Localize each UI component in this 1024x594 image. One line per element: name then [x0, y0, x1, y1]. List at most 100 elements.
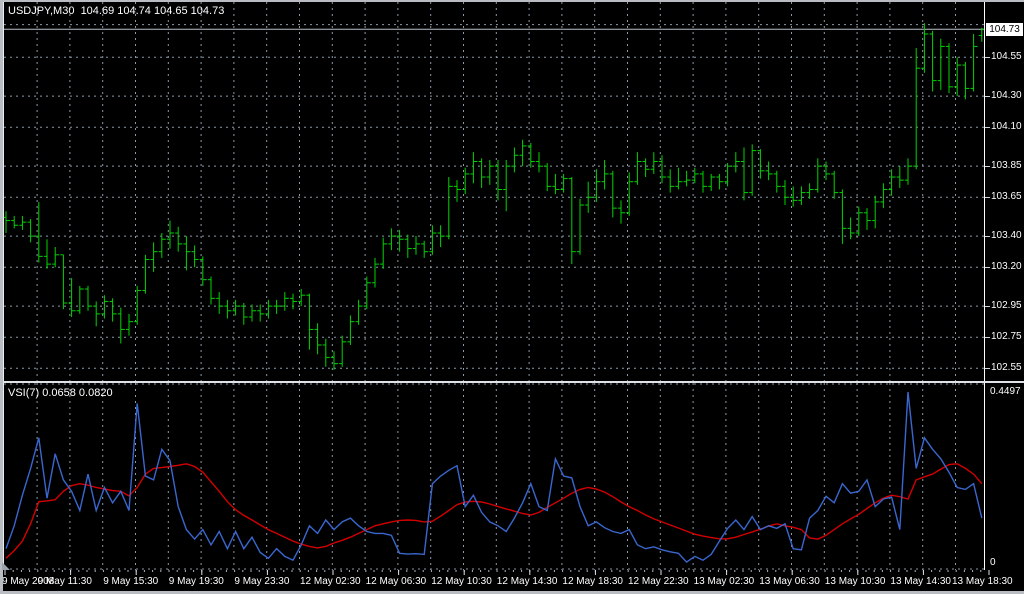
ohlc-bar — [634, 152, 642, 185]
ohlc-bar — [216, 292, 224, 314]
ohlc-bar — [175, 226, 183, 252]
ohlc-bar — [618, 200, 625, 224]
ohlc-bar — [716, 173, 724, 190]
ohlc-bar — [847, 217, 855, 240]
ohlc-bar — [970, 33, 978, 92]
ohlc-bar — [35, 201, 43, 263]
ohlc-bar — [85, 285, 92, 311]
chart-title: USDJPY,M30 104.69 104.74 104.65 104.73 — [8, 5, 224, 17]
ohlc-bar — [601, 159, 609, 190]
ohlc-bar — [322, 338, 330, 367]
ohlc-bar — [577, 198, 584, 255]
price-axis-label: 102.95 — [991, 300, 1022, 312]
time-axis-label: 13 May 18:30 — [952, 576, 1013, 587]
time-axis-label: 12 May 06:30 — [365, 576, 427, 587]
ohlc-bar — [913, 47, 921, 170]
ohlc-bar — [782, 180, 789, 206]
ohlc-bar — [413, 236, 420, 255]
ohlc-bar — [650, 152, 658, 174]
ohlc-bar — [240, 302, 248, 325]
ohlc-bar — [503, 159, 511, 212]
time-axis-label: 13 May 06:30 — [759, 576, 820, 587]
time-axis-label: 13 May 14:30 — [890, 576, 951, 587]
ohlc-bar — [44, 239, 51, 269]
time-axis[interactable]: 9 May 2008 9 May 11:30 9 May 15:30 9 May 19… — [0, 570, 1024, 591]
ohlc-bar — [896, 166, 904, 188]
ohlc-bar — [929, 30, 937, 92]
ohlc-bar — [536, 152, 543, 173]
ohlc-bar — [470, 152, 478, 184]
current-price-label: 104.73 — [986, 22, 1023, 36]
price-pane[interactable]: USDJPY,M30 104.69 104.74 104.65 104.73 — [3, 2, 984, 381]
ohlc-bar — [363, 276, 371, 310]
indicator-axis[interactable]: 0.4497 0 — [984, 383, 1024, 570]
price-chart-canvas[interactable] — [4, 2, 984, 381]
indicator-max-label: 0.4497 — [990, 386, 1021, 397]
ohlc-bar — [445, 177, 453, 240]
ohlc-bar — [372, 257, 379, 288]
ohlc-bar — [404, 234, 412, 258]
ohlc-bar — [150, 242, 158, 272]
ohlc-bar — [732, 152, 740, 173]
ohlc-bar — [806, 183, 814, 199]
time-axis-label: 12 May 10:30 — [431, 576, 492, 587]
ohlc-bar — [281, 292, 289, 311]
ohlc-bar — [814, 158, 822, 193]
price-axis-tick — [985, 368, 990, 370]
ohlc-bar — [60, 254, 68, 310]
price-axis-tick — [985, 166, 990, 168]
history-corner-icon — [2, 562, 10, 570]
ohlc-bar — [946, 43, 953, 94]
ohlc-bar — [872, 195, 880, 229]
ohlc-bar — [191, 245, 199, 268]
price-axis-label: 104.55 — [991, 51, 1022, 63]
ohlc-bar — [142, 254, 150, 294]
ohlc-bar — [257, 304, 265, 322]
indicator-line-signal — [5, 463, 983, 559]
price-axis-tick — [985, 197, 990, 199]
price-axis-tick — [985, 127, 990, 129]
price-axis-label: 103.40 — [991, 230, 1022, 242]
ohlc-bar — [798, 186, 806, 206]
price-axis[interactable]: 104.73 104.55 104.30 104.10 103.85 103.65 103… — [984, 0, 1024, 381]
ohlc-bar — [331, 351, 338, 370]
indicator-chart-canvas[interactable] — [4, 383, 984, 570]
price-axis-label: 102.55 — [991, 362, 1022, 374]
ohlc-bar — [905, 158, 912, 185]
time-axis-label: 12 May 18:30 — [562, 576, 623, 587]
time-axis-label: 9 May 15:30 — [103, 576, 159, 587]
ohlc-bar — [741, 147, 748, 201]
ohlc-bar — [380, 237, 388, 269]
price-axis-label: 102.75 — [991, 331, 1022, 343]
ohlc-bar — [183, 236, 191, 271]
ohlc-bar — [962, 61, 970, 100]
ohlc-bar — [347, 315, 355, 345]
ohlc-bar — [52, 247, 60, 268]
price-axis-label: 103.20 — [991, 261, 1022, 273]
ohlc-bar — [339, 335, 347, 367]
indicator-pane[interactable]: VSI(7) 0.0658 0.0820 — [3, 383, 984, 570]
ohlc-bar — [93, 301, 101, 327]
ohlc-bar — [683, 170, 691, 187]
ohlc-bar — [126, 313, 133, 336]
ohlc-bar — [27, 219, 35, 243]
ohlc-bar — [76, 285, 84, 314]
ohlc-bar — [642, 158, 650, 178]
price-axis-tick — [985, 96, 990, 98]
price-axis-label: 103.65 — [991, 191, 1022, 203]
ohlc-bar — [749, 144, 757, 196]
ohlc-bar — [421, 240, 429, 258]
symbol-timeframe-label: USDJPY,M30 — [8, 5, 75, 17]
ohlc-bar — [109, 298, 117, 322]
ohlc-bar — [19, 215, 27, 230]
indicator-min-label: 0 — [990, 557, 996, 568]
ohlc-bar — [388, 228, 396, 251]
time-axis-label: 12 May 14:30 — [496, 576, 558, 587]
ohlc-bar — [667, 169, 675, 193]
ohlc-bar — [273, 299, 281, 314]
ohlc-bar — [314, 323, 322, 355]
ohlc-bar — [437, 225, 445, 248]
ohlc-bar — [519, 139, 527, 167]
ohlc-bar — [454, 180, 461, 202]
ohlc-bar — [609, 170, 617, 218]
